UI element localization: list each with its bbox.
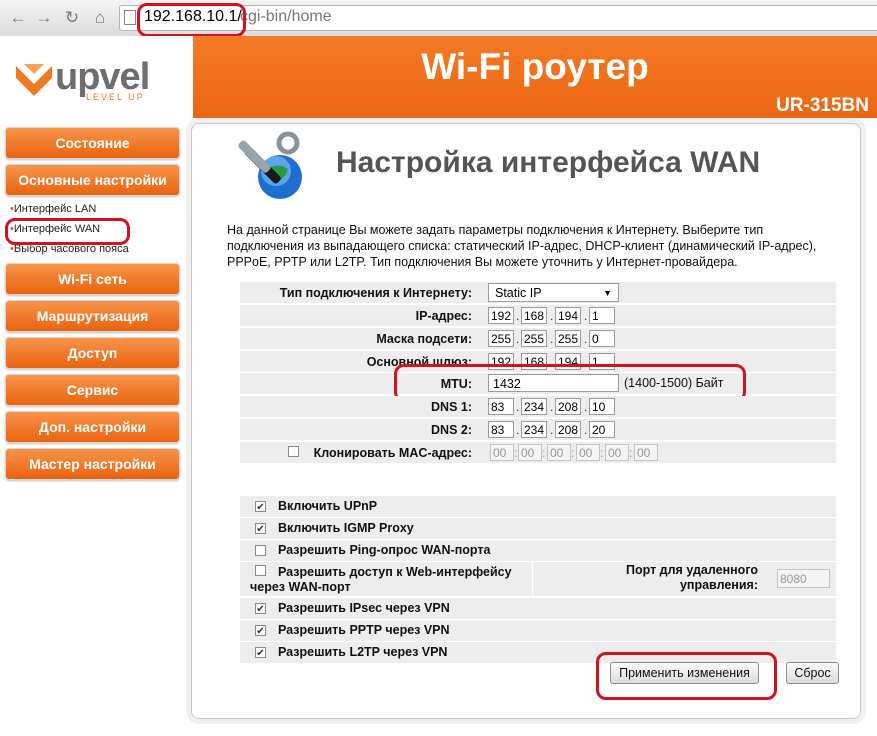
ip-label: IP-адрес: xyxy=(415,309,472,323)
dns1-octet-4[interactable]: 10 xyxy=(589,398,615,415)
igmp-label: Включить IGMP Proxy xyxy=(278,521,414,535)
ip-octet-2[interactable]: 168 xyxy=(521,307,547,324)
dns1-octet-2[interactable]: 234 xyxy=(521,398,547,415)
ip-octet-4[interactable]: 1 xyxy=(589,307,615,324)
mac-byte-4[interactable]: 00 xyxy=(576,444,600,461)
ipsec-checkbox[interactable]: ✔ xyxy=(255,603,266,615)
menu-advanced[interactable]: Доп. настройки xyxy=(5,411,180,443)
menu-wifi[interactable]: Wi-Fi сеть xyxy=(5,263,180,295)
remote-port-label: Порт для удаленного управления: xyxy=(626,563,758,592)
gw-octet-4[interactable]: 1 xyxy=(589,353,615,370)
mac-byte-5[interactable]: 00 xyxy=(605,444,629,461)
menu-wizard[interactable]: Мастер настройки xyxy=(5,448,180,480)
ip-octet-3[interactable]: 194 xyxy=(555,307,581,324)
ipsec-label: Разрешить IPsec через VPN xyxy=(278,601,450,615)
mtu-hint: (1400-1500) Байт xyxy=(624,376,724,390)
dns2-label: DNS 2: xyxy=(431,423,472,437)
dns2-octet-3[interactable]: 208 xyxy=(555,421,581,438)
conn-type-label: Тип подключения к Интернету: xyxy=(279,286,472,300)
submenu-lan[interactable]: •Интерфейс LAN xyxy=(10,203,96,215)
ping-checkbox[interactable] xyxy=(255,545,266,556)
mac-byte-1[interactable]: 00 xyxy=(490,444,514,461)
logo-subtext: LEVEL UP xyxy=(86,92,145,102)
dns1-octet-1[interactable]: 83 xyxy=(488,398,514,415)
clone-mac-label: Клонировать MAC-адрес: xyxy=(313,446,472,460)
chevron-down-icon: ▼ xyxy=(603,288,612,298)
submenu-timezone[interactable]: •Выбор часового пояса xyxy=(10,243,129,255)
web-access-label: Разрешить доступ к Web-интерфейсу через … xyxy=(250,565,512,594)
menu-basic-settings[interactable]: Основные настройки xyxy=(5,164,180,196)
back-icon[interactable]: ← xyxy=(8,8,28,28)
gw-octet-1[interactable]: 192 xyxy=(488,353,514,370)
l2tp-checkbox[interactable]: ✔ xyxy=(255,647,266,659)
upnp-checkbox[interactable]: ✔ xyxy=(255,501,266,513)
l2tp-label: Разрешить L2TP через VPN xyxy=(278,645,448,659)
mask-label: Маска подсети: xyxy=(376,332,472,346)
home-icon[interactable]: ⌂ xyxy=(90,8,110,28)
reset-button[interactable]: Сброс xyxy=(786,662,839,684)
pptp-label: Разрешить PPTP через VPN xyxy=(278,623,450,637)
ip-octet-1[interactable]: 192 xyxy=(488,307,514,324)
pptp-checkbox[interactable]: ✔ xyxy=(255,625,266,637)
remote-port-input[interactable]: 8080 xyxy=(777,569,830,588)
menu-status[interactable]: Состояние xyxy=(5,127,180,159)
upnp-label: Включить UPnP xyxy=(278,499,378,513)
dns2-octet-1[interactable]: 83 xyxy=(488,421,514,438)
mac-byte-3[interactable]: 00 xyxy=(547,444,571,461)
dns1-octet-3[interactable]: 208 xyxy=(555,398,581,415)
mask-octet-4[interactable]: 0 xyxy=(589,330,615,347)
page-title: Настройка интерфейса WAN xyxy=(336,146,761,179)
tools-icon xyxy=(238,131,302,199)
url-host: 192.168.10.1/ xyxy=(144,8,242,25)
mac-byte-6[interactable]: 00 xyxy=(634,444,658,461)
dns1-label: DNS 1: xyxy=(431,400,472,414)
igmp-checkbox[interactable]: ✔ xyxy=(255,523,266,535)
header-title: Wi-Fi роутер xyxy=(421,46,649,87)
page-icon xyxy=(124,10,136,25)
apply-button[interactable]: Применить изменения xyxy=(610,662,759,684)
ping-label: Разрешить Ping-опрос WAN-порта xyxy=(278,543,491,557)
mtu-input[interactable]: 1432 xyxy=(488,374,619,392)
url-path: cgi-bin/home xyxy=(240,8,332,25)
gw-octet-2[interactable]: 168 xyxy=(521,353,547,370)
dns2-octet-4[interactable]: 20 xyxy=(589,421,615,438)
reload-icon[interactable]: ↻ xyxy=(62,8,82,28)
mtu-label: MTU: xyxy=(440,377,472,391)
mask-octet-1[interactable]: 255 xyxy=(488,330,514,347)
page-description: На данной странице Вы можете задать пара… xyxy=(227,223,817,270)
gateway-label: Основной шлюз: xyxy=(366,355,472,369)
submenu-wan[interactable]: •Интерфейс WAN xyxy=(10,223,100,235)
dns2-octet-2[interactable]: 234 xyxy=(521,421,547,438)
mask-octet-2[interactable]: 255 xyxy=(521,330,547,347)
menu-access[interactable]: Доступ xyxy=(5,337,180,369)
upvel-logo-icon xyxy=(16,64,52,96)
gw-octet-3[interactable]: 194 xyxy=(555,353,581,370)
menu-service[interactable]: Сервис xyxy=(5,374,180,406)
mac-byte-2[interactable]: 00 xyxy=(518,444,542,461)
model-name: UR-315BN xyxy=(776,95,869,116)
conn-type-select[interactable]: Static IP ▼ xyxy=(488,283,619,302)
mask-octet-3[interactable]: 255 xyxy=(555,330,581,347)
menu-routing[interactable]: Маршрутизация xyxy=(5,300,180,332)
forward-icon[interactable]: → xyxy=(34,8,54,28)
